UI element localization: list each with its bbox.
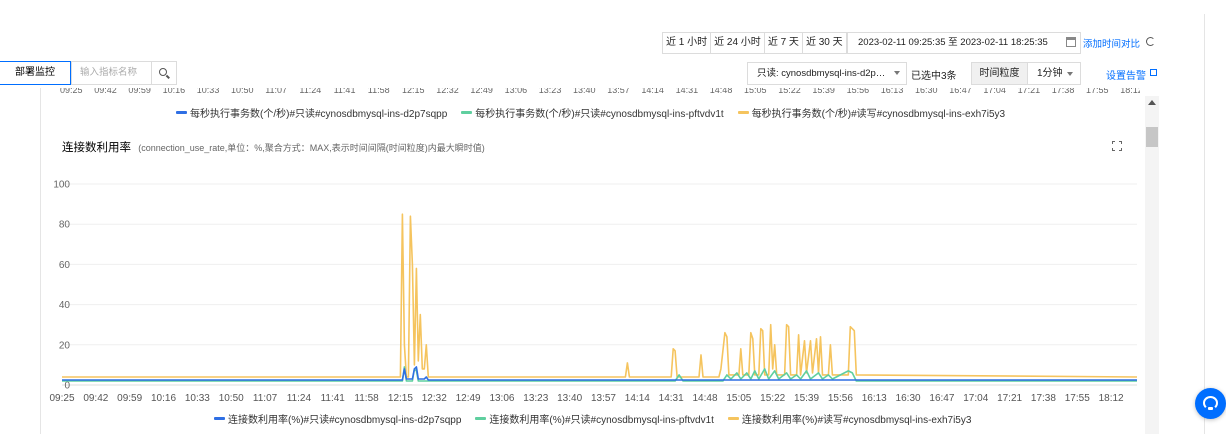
- legend-item[interactable]: 连接数利用率(%)#只读#cynosdbmysql-ins-pftvdv1t: [475, 411, 714, 426]
- monitoring-page: 近 1 小时 近 24 小时 近 7 天 近 30 天 2023-02-11 0…: [0, 0, 1226, 434]
- x-tick-label: 16:47: [929, 393, 954, 404]
- legend-swatch: [475, 417, 487, 420]
- x-tick-label: 14:14: [625, 393, 650, 404]
- x-tick-label: 09:59: [117, 393, 142, 404]
- x-tick-label: 15:22: [760, 393, 785, 404]
- legend-swatch: [214, 417, 225, 420]
- x-tick-label: 16:30: [896, 393, 921, 404]
- x-tick-label: 11:24: [287, 393, 312, 404]
- x-tick-label: 11:07: [253, 393, 278, 404]
- x-tick-label: 15:56: [828, 393, 853, 404]
- x-tick-label: 17:38: [1031, 393, 1056, 404]
- headset-icon-mic: [1208, 407, 1213, 410]
- x-tick-label: 13:40: [557, 393, 582, 404]
- x-tick-label: 11:58: [354, 393, 379, 404]
- x-tick-label: 12:32: [422, 393, 447, 404]
- x-tick-label: 17:04: [963, 393, 988, 404]
- y-tick-label: 0: [64, 381, 70, 392]
- y-tick-label: 80: [59, 220, 71, 231]
- x-tick-label: 13:57: [591, 393, 616, 404]
- chart-legend: 连接数利用率(%)#只读#cynosdbmysql-ins-d2p7sqpp 连接…: [214, 411, 971, 426]
- x-tick-label: 17:21: [997, 393, 1022, 404]
- legend-label: 连接数利用率(%)#只读#cynosdbmysql-ins-pftvdv1t: [489, 415, 714, 426]
- x-tick-label: 09:25: [49, 393, 74, 404]
- y-tick-label: 100: [53, 180, 70, 191]
- help-button[interactable]: [1195, 388, 1226, 419]
- x-tick-label: 14:48: [692, 393, 717, 404]
- x-tick-label: 14:31: [659, 393, 684, 404]
- connection-rate-chart: 0 20 40 60 80 100 09:25 09:42 09:59 10:16 10:33 10:…: [42, 156, 1140, 410]
- legend-label: 连接数利用率(%)#读写#cynosdbmysql-ins-exh7i5y3: [741, 415, 972, 426]
- x-tick-label: 15:39: [794, 393, 819, 404]
- x-tick-label: 13:06: [489, 393, 514, 404]
- x-tick-label: 15:05: [726, 393, 751, 404]
- x-tick-label: 18:12: [1099, 393, 1124, 404]
- x-tick-label: 10:16: [151, 393, 176, 404]
- x-tick-label: 10:33: [185, 393, 210, 404]
- x-tick-label: 12:49: [456, 393, 481, 404]
- x-tick-label: 11:41: [321, 393, 346, 404]
- x-tick-label: 13:23: [523, 393, 548, 404]
- x-tick-label: 16:13: [862, 393, 887, 404]
- plot-background: [42, 156, 1140, 410]
- y-tick-label: 40: [59, 300, 71, 311]
- legend-item[interactable]: 连接数利用率(%)#只读#cynosdbmysql-ins-d2p7sqpp: [214, 411, 461, 426]
- x-tick-label: 12:15: [388, 393, 413, 404]
- x-tick-label: 10:50: [219, 393, 244, 404]
- x-tick-label: 09:42: [83, 393, 108, 404]
- y-tick-label: 20: [59, 340, 71, 351]
- legend-swatch: [727, 417, 739, 420]
- y-tick-label: 60: [59, 260, 71, 271]
- x-tick-label: 17:55: [1065, 393, 1090, 404]
- legend-item[interactable]: 连接数利用率(%)#读写#cynosdbmysql-ins-exh7i5y3: [727, 411, 972, 426]
- legend-label: 连接数利用率(%)#只读#cynosdbmysql-ins-d2p7sqpp: [228, 415, 462, 426]
